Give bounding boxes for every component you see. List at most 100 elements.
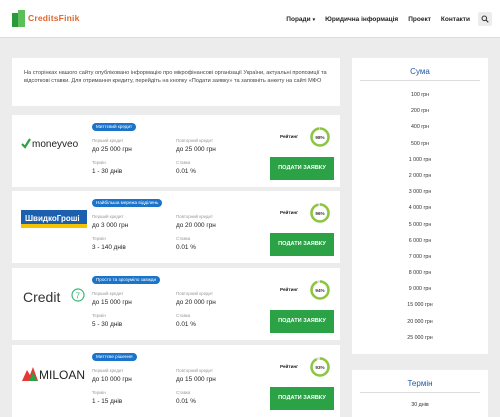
- site-header: CreditsFinik Поради ▾ Юридична інформація…: [0, 0, 500, 38]
- sidebar-item-amount[interactable]: 1 000 грн: [352, 152, 488, 168]
- svg-text:7: 7: [76, 292, 81, 301]
- term-label: Термін: [92, 160, 106, 165]
- rating-label: Рейтинг: [280, 364, 299, 369]
- divider: [360, 80, 480, 81]
- term-label: Термін: [92, 313, 106, 318]
- search-icon: [481, 15, 489, 23]
- term-label: Термін: [92, 390, 106, 395]
- first-credit-value: до 3 000 грн: [92, 222, 129, 229]
- lender-logo[interactable]: MILOAN: [20, 361, 90, 385]
- sidebar-item-amount[interactable]: 200 грн: [352, 103, 488, 119]
- sidebar-amount: Сума 100 грн 200 грн 400 грн 500 грн 1 000 г…: [352, 58, 488, 354]
- rate-value: 0.01 %: [176, 168, 196, 175]
- logo-text: CreditsFinik: [28, 13, 80, 23]
- repeat-credit-value: до 25 000 грн: [176, 146, 216, 153]
- rating-value: 96%: [315, 211, 324, 216]
- credit7-logo: Credit 7: [23, 288, 85, 305]
- term-label: Термін: [92, 236, 106, 241]
- lender-logo[interactable]: ШвидкоГроші: [20, 207, 90, 231]
- rating-label: Рейтинг: [280, 210, 299, 215]
- lender-logo[interactable]: Credit 7: [20, 284, 90, 308]
- rate-label: Ставка: [176, 313, 191, 318]
- rate-label: Ставка: [176, 236, 191, 241]
- apply-button[interactable]: ПОДАТИ ЗАЯВКУ: [270, 310, 334, 333]
- offer-badge: Просто та зрозуміло завжди: [92, 276, 161, 284]
- rating-label: Рейтинг: [280, 287, 299, 292]
- sidebar-item-term[interactable]: 30 днів: [352, 402, 488, 408]
- term-value: 1 - 30 днів: [92, 168, 123, 175]
- sidebar-item-amount[interactable]: 4 000 грн: [352, 200, 488, 216]
- repeat-credit-value: до 15 000 грн: [176, 376, 216, 383]
- sidebar-item-amount[interactable]: 20 000 грн: [352, 314, 488, 330]
- offer-card: moneyveo Миттєвий кредит Перший кредит д…: [12, 115, 340, 187]
- sidebar-item-amount[interactable]: 8 000 грн: [352, 265, 488, 281]
- term-value: 5 - 30 днів: [92, 321, 123, 328]
- rate-value: 0.01 %: [176, 398, 196, 405]
- sidebar-item-amount[interactable]: 7 000 грн: [352, 249, 488, 265]
- intro-text: На сторінках нашого сайту опубліковано і…: [12, 58, 340, 106]
- moneyveo-logo: moneyveo: [21, 138, 79, 150]
- repeat-credit-label: Повторний кредит: [176, 138, 213, 143]
- first-credit-label: Перший кредит: [92, 138, 124, 143]
- first-credit-label: Перший кредит: [92, 291, 124, 296]
- svg-text:MILOAN: MILOAN: [39, 368, 85, 382]
- apply-button[interactable]: ПОДАТИ ЗАЯВКУ: [270, 157, 334, 180]
- offer-badge: Миттєве рішення: [92, 353, 137, 361]
- shvydkogroshi-logo: ШвидкоГроші: [21, 210, 87, 228]
- divider: [360, 392, 480, 393]
- sidebar-item-amount[interactable]: 9 000 грн: [352, 281, 488, 297]
- rating-ring: 96%: [310, 203, 330, 223]
- rating-label: Рейтинг: [280, 134, 299, 139]
- repeat-credit-value: до 20 000 грн: [176, 299, 216, 306]
- rating-ring: 93%: [310, 357, 330, 377]
- lender-logo[interactable]: moneyveo: [20, 131, 90, 155]
- svg-text:ШвидкоГроші: ШвидкоГроші: [25, 214, 80, 223]
- term-value: 3 - 140 днів: [92, 244, 126, 251]
- sidebar-item-amount[interactable]: 3 000 грн: [352, 184, 488, 200]
- nav-item-tips[interactable]: Поради ▾: [286, 16, 315, 23]
- repeat-credit-label: Повторний кредит: [176, 291, 213, 296]
- apply-button[interactable]: ПОДАТИ ЗАЯВКУ: [270, 387, 334, 410]
- main-nav: Поради ▾ Юридична інформація Проект Конта…: [276, 12, 492, 26]
- sidebar-item-amount[interactable]: 2 000 грн: [352, 168, 488, 184]
- sidebar-item-amount[interactable]: 15 000 грн: [352, 297, 488, 313]
- site-logo[interactable]: CreditsFinik: [12, 9, 80, 27]
- svg-text:moneyveo: moneyveo: [32, 139, 79, 150]
- first-credit-value: до 10 000 грн: [92, 376, 132, 383]
- svg-text:Credit: Credit: [23, 289, 60, 305]
- offer-badge: Найбільша мережа відділень: [92, 199, 163, 207]
- first-credit-label: Перший кредит: [92, 368, 124, 373]
- term-value: 1 - 15 днів: [92, 398, 123, 405]
- offer-card: Credit 7 Просто та зрозуміло завжди Перши…: [12, 268, 340, 340]
- first-credit-value: до 25 000 грн: [92, 146, 132, 153]
- sidebar-term: Термін 30 днів: [352, 370, 488, 417]
- nav-item-legal[interactable]: Юридична інформація: [325, 16, 398, 23]
- apply-button[interactable]: ПОДАТИ ЗАЯВКУ: [270, 233, 334, 256]
- offer-card: ШвидкоГроші Найбільша мережа відділень П…: [12, 191, 340, 263]
- logo-icon: [12, 9, 25, 27]
- rating-ring: 94%: [310, 280, 330, 300]
- rate-label: Ставка: [176, 160, 191, 165]
- nav-item-project[interactable]: Проект: [408, 16, 431, 23]
- rate-value: 0.01 %: [176, 321, 196, 328]
- rating-value: 98%: [315, 135, 324, 140]
- first-credit-label: Перший кредит: [92, 214, 124, 219]
- first-credit-value: до 15 000 грн: [92, 299, 132, 306]
- chevron-down-icon: ▾: [312, 16, 316, 23]
- sidebar-title: Сума: [410, 67, 430, 76]
- nav-item-contacts[interactable]: Контакти: [441, 16, 470, 23]
- rating-ring: 98%: [310, 127, 330, 147]
- sidebar-title: Термін: [407, 379, 433, 388]
- rating-value: 94%: [315, 288, 324, 293]
- search-button[interactable]: [478, 12, 492, 26]
- repeat-credit-label: Повторний кредит: [176, 368, 213, 373]
- sidebar-item-amount[interactable]: 400 грн: [352, 119, 488, 135]
- sidebar-item-amount[interactable]: 25 000 грн: [352, 330, 488, 346]
- sidebar-item-amount[interactable]: 500 грн: [352, 136, 488, 152]
- sidebar-item-amount[interactable]: 5 000 грн: [352, 217, 488, 233]
- sidebar-item-amount[interactable]: 100 грн: [352, 87, 488, 103]
- repeat-credit-value: до 20 000 грн: [176, 222, 216, 229]
- repeat-credit-label: Повторний кредит: [176, 214, 213, 219]
- sidebar-item-amount[interactable]: 6 000 грн: [352, 233, 488, 249]
- rating-value: 93%: [315, 365, 324, 370]
